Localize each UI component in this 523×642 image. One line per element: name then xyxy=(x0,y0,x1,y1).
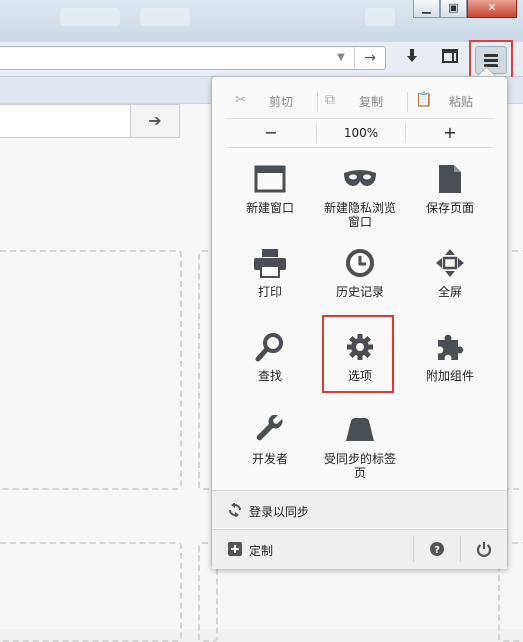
close-window-button[interactable]: ✕ xyxy=(467,0,517,18)
developer-button[interactable]: 开发者 xyxy=(223,412,317,466)
addons-puzzle-icon xyxy=(438,334,464,360)
sync-arrows-icon xyxy=(229,503,241,517)
copy-button[interactable]: ⧉ 复制 xyxy=(319,87,403,117)
synced-tabs-icon xyxy=(346,418,374,441)
new-tab-tile[interactable] xyxy=(0,250,182,490)
open-menu-button[interactable] xyxy=(475,46,507,74)
new-tab-tile[interactable] xyxy=(0,542,182,642)
new-private-window-button[interactable]: 新建隐私浏览窗口 xyxy=(313,161,407,229)
zoom-out-button[interactable]: − xyxy=(226,119,316,147)
sync-signin-row[interactable]: 登录以同步 xyxy=(212,490,507,528)
blurred-tab xyxy=(60,8,120,26)
divider xyxy=(413,536,414,562)
zoom-in-button[interactable]: + xyxy=(406,119,494,147)
addons-button[interactable]: 附加组件 xyxy=(403,329,497,383)
divider xyxy=(317,92,318,112)
divider xyxy=(460,536,461,562)
go-arrow-icon[interactable]: → xyxy=(354,47,385,69)
blurred-tab xyxy=(365,8,395,26)
zoom-controls-row: − 100% + xyxy=(226,118,494,148)
synced-tabs-button[interactable]: 受同步的标签页 xyxy=(313,412,407,480)
search-input[interactable] xyxy=(0,104,132,138)
developer-wrench-icon xyxy=(256,415,283,441)
cut-button[interactable]: ✂ 剪切 xyxy=(229,87,313,117)
fullscreen-icon xyxy=(436,249,464,277)
clipboard-icon: 📋 xyxy=(415,92,433,108)
paste-button[interactable]: 📋 粘贴 xyxy=(409,87,493,117)
divider xyxy=(407,92,408,112)
download-arrow-icon xyxy=(407,49,417,62)
find-magnifier-icon xyxy=(255,333,283,362)
customize-button[interactable]: 定制 xyxy=(212,530,412,568)
window-layout-button[interactable] xyxy=(439,48,461,70)
sidebar-window-icon xyxy=(442,49,458,63)
print-button[interactable]: 打印 xyxy=(223,245,317,299)
copy-pages-icon: ⧉ xyxy=(325,92,335,108)
help-button[interactable]: ? xyxy=(417,530,457,568)
find-button[interactable]: 查找 xyxy=(223,329,317,383)
history-button[interactable]: 历史记录 xyxy=(313,245,407,299)
url-bar[interactable]: ▼ → xyxy=(0,46,386,70)
save-page-button[interactable]: 保存页面 xyxy=(403,161,497,215)
customize-row: 定制 ? xyxy=(212,529,507,569)
downloads-button[interactable] xyxy=(401,48,423,70)
new-window-icon xyxy=(254,165,286,193)
window-titlebar: ▁ ▣ ✕ xyxy=(0,0,523,42)
edit-controls-row: ✂ 剪切 ⧉ 复制 📋 粘贴 xyxy=(229,87,495,117)
options-highlight-box xyxy=(322,315,394,393)
svg-text:?: ? xyxy=(434,545,440,556)
help-question-icon: ? xyxy=(430,542,444,556)
search-submit-button[interactable]: ➔ xyxy=(130,104,180,138)
blurred-tab xyxy=(140,8,190,26)
maximize-button[interactable]: ▣ xyxy=(440,0,467,18)
url-history-dropdown-icon[interactable]: ▼ xyxy=(329,47,353,69)
new-window-button[interactable]: 新建窗口 xyxy=(223,161,317,215)
zoom-reset-button[interactable]: 100% xyxy=(317,119,405,147)
quit-button[interactable] xyxy=(464,530,504,568)
customize-plus-icon xyxy=(228,542,242,556)
power-icon xyxy=(476,542,492,557)
minimize-button[interactable]: ▁ xyxy=(413,0,440,18)
fullscreen-button[interactable]: 全屏 xyxy=(403,245,497,299)
navigation-toolbar: ▼ → xyxy=(0,42,523,77)
history-clock-icon xyxy=(346,249,374,277)
save-page-icon xyxy=(439,165,461,193)
print-icon xyxy=(254,249,286,278)
scissors-icon: ✂ xyxy=(235,92,247,108)
private-mask-icon xyxy=(344,170,376,186)
